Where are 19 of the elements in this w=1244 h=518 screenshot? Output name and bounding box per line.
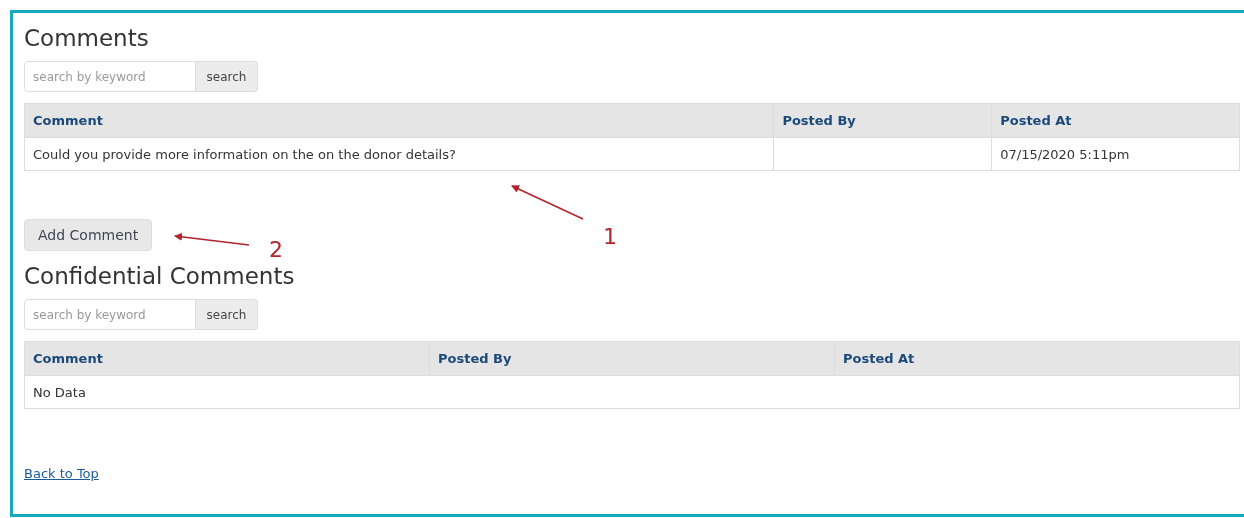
column-header[interactable]: Posted At — [991, 103, 1240, 138]
search-field[interactable]: search by keyword — [24, 61, 196, 92]
empty-message: No Data — [24, 375, 1240, 409]
back-to-top-link[interactable]: Back to Top — [24, 466, 99, 481]
add-comment-button[interactable]: Add Comment — [24, 219, 153, 251]
column-header[interactable]: Posted By — [773, 103, 992, 138]
section-title: Confidential Comments — [24, 262, 296, 291]
search-button[interactable]: search — [196, 299, 258, 330]
column-header[interactable]: Posted At — [834, 341, 1240, 376]
annotation-number: 1 — [603, 224, 617, 249]
table-cell: Could you provide more information on the on the donor details? — [24, 137, 774, 171]
table-cell: 07/15/2020 5:11pm — [991, 137, 1240, 171]
search-field[interactable]: search by keyword — [24, 299, 196, 330]
annotation-number: 2 — [269, 237, 283, 262]
search-button[interactable]: search — [196, 61, 258, 92]
section-title: Comments — [24, 24, 150, 53]
column-header[interactable]: Comment — [24, 103, 774, 138]
column-header[interactable]: Posted By — [429, 341, 835, 376]
column-header[interactable]: Comment — [24, 341, 430, 376]
